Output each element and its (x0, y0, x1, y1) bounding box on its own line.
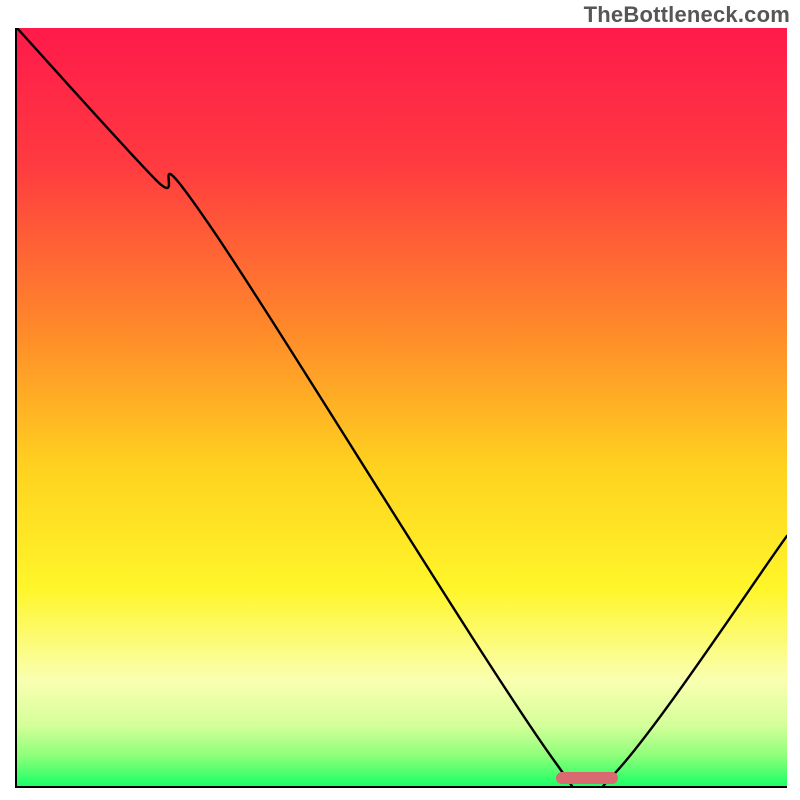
chart-container: TheBottleneck.com (0, 0, 800, 800)
optimal-marker (556, 772, 618, 784)
bottleneck-curve (17, 28, 787, 786)
plot-area (15, 28, 787, 788)
watermark-text: TheBottleneck.com (584, 2, 790, 28)
